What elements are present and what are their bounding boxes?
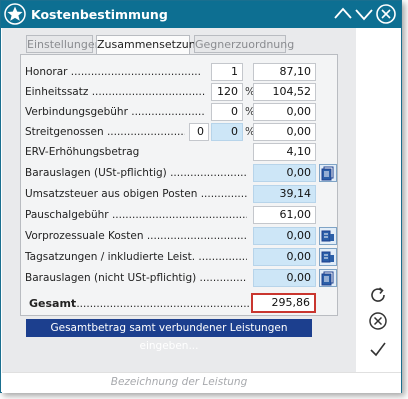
main-content: Einstellungen Zusammensetzung Gegnerzuor… (2, 28, 356, 372)
chevron-down-icon[interactable] (353, 3, 375, 25)
row-pauschalgebuehr: Pauschalgebühr .........................… (25, 205, 355, 225)
vorprozessuale-kosten-label: Vorprozessuale Kosten ..................… (25, 230, 247, 242)
barauslagen-ust-list-button[interactable] (319, 164, 337, 182)
close-icon[interactable] (375, 3, 397, 25)
verbindungsgebuehr-value-field[interactable]: 0,00 (253, 103, 316, 121)
document-list-icon (321, 166, 334, 181)
tagsatzungen-value-field[interactable]: 0,00 (253, 248, 316, 266)
cost-panel: Honorar ................................… (20, 54, 338, 316)
document-list-icon (321, 271, 334, 286)
honorar-menge-field[interactable]: 1 (211, 63, 243, 81)
status-bar: Bezeichnung der Leistung (2, 372, 401, 393)
row-barauslagen-nicht-ust: Barauslagen (nicht USt-pflichtig) ......… (25, 268, 355, 288)
barauslagen-ust-value-field[interactable]: 0,00 (253, 164, 316, 182)
row-tagsatzungen: Tagsatzungen / inkludierte Leist. ......… (25, 247, 355, 267)
erv-value-field[interactable]: 4,10 (253, 143, 316, 161)
umsatzsteuer-value-field[interactable]: 39,14 (253, 185, 316, 203)
honorar-value-field[interactable]: 87,10 (253, 63, 316, 81)
tagsatzungen-label: Tagsatzungen / inkludierte Leist. ......… (25, 251, 247, 263)
streitgenossen-value-field[interactable]: 0,00 (253, 123, 316, 141)
erv-label: ERV-Erhöhungsbetrag (25, 146, 140, 158)
action-sidebar (357, 28, 401, 372)
row-verbindungsgebuehr: Verbindungsgebühr ......................… (25, 102, 355, 122)
dialog-window: Kostenbestimmung Einstellungen Zusammens… (0, 0, 402, 393)
row-einheitssatz: Einheitssatz ...........................… (25, 82, 355, 102)
leistung-bezeichnung-placeholder: Bezeichnung der Leistung (110, 376, 248, 388)
vorprozessuale-kosten-value-field[interactable]: 0,00 (253, 227, 316, 245)
refresh-icon[interactable] (367, 284, 389, 306)
verbindungsgebuehr-label: Verbindungsgebühr ......................… (25, 106, 205, 118)
window-title: Kostenbestimmung (31, 7, 168, 22)
barauslagen-nicht-ust-label: Barauslagen (nicht USt-pflichtig) ......… (25, 272, 247, 284)
honorar-label: Honorar ................................… (25, 66, 201, 78)
streitgenossen-percent-field[interactable]: 0 (211, 123, 243, 141)
cancel-icon[interactable] (367, 310, 389, 332)
row-honorar: Honorar ................................… (25, 62, 355, 82)
gesamt-value-field: 295,86 (251, 293, 316, 313)
tab-gegnerzuordnung[interactable]: Gegnerzuordnung (194, 35, 294, 53)
tab-einstellungen[interactable]: Einstellungen (26, 35, 102, 53)
barauslagen-nicht-ust-list-button[interactable] (319, 269, 337, 287)
star-icon (4, 3, 26, 25)
einheitssatz-percent-field[interactable]: 120 (211, 83, 243, 101)
row-umsatzsteuer: Umsatzsteuer aus obigen Posten .........… (25, 184, 355, 204)
row-vorprozessuale-kosten: Vorprozessuale Kosten ..................… (25, 226, 355, 246)
einheitssatz-label: Einheitssatz ...........................… (25, 86, 205, 98)
vorprozessuale-kosten-edit-button[interactable] (319, 227, 337, 245)
document-edit-icon (321, 230, 334, 242)
pauschalgebuehr-value-field[interactable]: 61,00 (253, 206, 316, 224)
gesamtbetrag-eingeben-button[interactable]: Gesamtbetrag samt verbundener Leistungen… (26, 319, 312, 352)
chevron-up-icon[interactable] (332, 3, 354, 25)
umsatzsteuer-label: Umsatzsteuer aus obigen Posten .........… (25, 188, 247, 200)
gesamt-dots: ........................................… (73, 298, 249, 310)
barauslagen-nicht-ust-value-field[interactable]: 0,00 (253, 269, 316, 287)
row-barauslagen-ust: Barauslagen (USt-pflichtig) ............… (25, 163, 355, 183)
einheitssatz-value-field[interactable]: 104,52 (253, 83, 316, 101)
gesamt-label: Gesamt (29, 297, 77, 310)
row-streitgenossen: Streitgenossen .........................… (25, 122, 355, 142)
tab-zusammensetzung[interactable]: Zusammensetzung (96, 35, 203, 55)
document-edit-icon (321, 251, 334, 263)
pauschalgebuehr-label: Pauschalgebühr .........................… (25, 209, 247, 221)
streitgenossen-count-field[interactable]: 0 (189, 123, 209, 141)
checkmark-icon[interactable] (367, 338, 389, 360)
barauslagen-ust-label: Barauslagen (USt-pflichtig) ............… (25, 167, 247, 179)
tagsatzungen-edit-button[interactable] (319, 248, 337, 266)
row-gesamt: Gesamt .................................… (25, 293, 355, 313)
verbindungsgebuehr-percent-field[interactable]: 0 (211, 103, 243, 121)
streitgenossen-label: Streitgenossen .........................… (25, 126, 185, 138)
title-bar: Kostenbestimmung (1, 1, 401, 28)
row-erv-erhoehungsbetrag: ERV-Erhöhungsbetrag 4,10 (25, 142, 355, 162)
